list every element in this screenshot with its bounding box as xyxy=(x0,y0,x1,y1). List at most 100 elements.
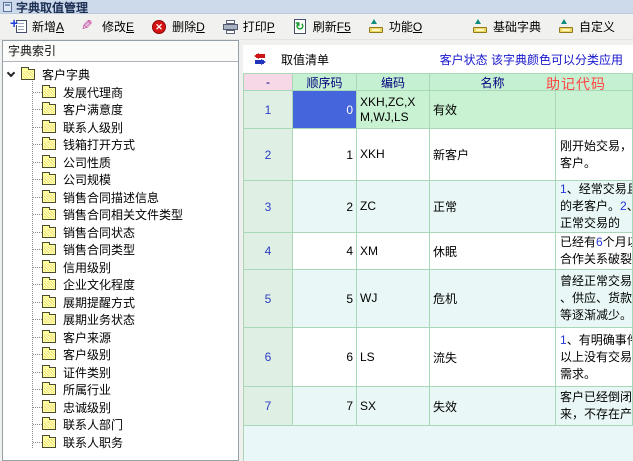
name-cell[interactable]: 危机 xyxy=(430,270,556,328)
seq-code-cell[interactable]: 0 xyxy=(293,91,357,129)
code-cell[interactable]: SX xyxy=(357,387,430,426)
mnemonic-cell[interactable]: 1、有明确事件以上没有交易需求。 xyxy=(556,328,633,387)
row-number-cell[interactable]: 5 xyxy=(244,270,293,328)
mnemonic-cell[interactable]: 曾经正常交易、供应、货款等等逐渐减少。 xyxy=(556,270,633,328)
folder-icon xyxy=(42,402,56,413)
tree-item[interactable]: 联系人部门 xyxy=(3,416,238,434)
mnemonic-cell[interactable]: 刚开始交易，对客户。 xyxy=(556,129,633,181)
window-titlebar: 字典取值管理 xyxy=(0,0,633,14)
button-label: 删除D xyxy=(172,18,205,35)
name-cell[interactable]: 失效 xyxy=(430,387,556,426)
print-icon xyxy=(222,19,239,35)
tree-item[interactable]: 客户满意度 xyxy=(3,101,238,119)
seq-code-cell[interactable]: 5 xyxy=(293,270,357,328)
grid-empty-area xyxy=(244,426,633,461)
caption-bar: 取值清单 客户状态 该字典颜色可以分类应用 xyxy=(243,45,633,73)
tree-item[interactable]: 发展代理商 xyxy=(3,84,238,102)
folder-icon xyxy=(42,384,56,395)
row-number-cell[interactable]: 3 xyxy=(244,181,293,233)
modify-button[interactable]: ✎修改E xyxy=(76,16,139,37)
folder-icon xyxy=(42,87,56,98)
tree-branch-line xyxy=(33,302,42,303)
tree-item[interactable]: 信用级别 xyxy=(3,259,238,277)
tree-item[interactable]: 客户级别 xyxy=(3,346,238,364)
column-header-label: 编码 xyxy=(381,74,405,91)
seq-code-cell[interactable]: 1 xyxy=(293,129,357,181)
tree-item[interactable]: 公司规模 xyxy=(3,171,238,189)
custom-button[interactable]: 自定义 xyxy=(553,16,620,37)
base-dict-button[interactable]: 基础字典 xyxy=(467,16,546,37)
tree-item[interactable]: 公司性质 xyxy=(3,154,238,172)
row-number-cell[interactable]: 1 xyxy=(244,91,293,129)
button-label: 功能O xyxy=(389,18,422,35)
tree-item[interactable]: 客户来源 xyxy=(3,329,238,347)
code-cell[interactable]: XKH xyxy=(357,129,430,181)
name-cell[interactable]: 正常 xyxy=(430,181,556,233)
tree-branch-line xyxy=(33,337,42,338)
column-header-name: 名称 xyxy=(430,74,556,91)
column-header-label: 名称 xyxy=(480,74,504,91)
row-number-cell[interactable]: 6 xyxy=(244,328,293,387)
folder-icon xyxy=(42,297,56,308)
seq-code-cell[interactable]: 6 xyxy=(293,328,357,387)
table-row: 10XKH,ZC,XM,WJ,LS有效 xyxy=(244,91,633,129)
code-cell[interactable]: ZC xyxy=(357,181,430,233)
folder-icon xyxy=(42,437,56,448)
seq-code-cell[interactable]: 7 xyxy=(293,387,357,426)
table-row: 66LS流失1、有明确事件以上没有交易需求。 xyxy=(244,328,633,387)
value-list-panel: 取值清单 客户状态 该字典颜色可以分类应用 -顺序码编码名称助记代码 10XKH… xyxy=(243,45,633,461)
tree-item[interactable]: 所属行业 xyxy=(3,381,238,399)
folder-icon xyxy=(42,332,56,343)
print-button[interactable]: 打印P xyxy=(217,16,280,37)
row-number-cell[interactable]: 7 xyxy=(244,387,293,426)
folder-icon xyxy=(42,192,56,203)
tree-item[interactable]: 忠诚级别 xyxy=(3,399,238,417)
tree-item[interactable]: 销售合同类型 xyxy=(3,241,238,259)
refresh-button[interactable]: ↻刷新F5 xyxy=(287,16,356,37)
tree-item[interactable]: 销售合同状态 xyxy=(3,224,238,242)
name-cell[interactable]: 新客户 xyxy=(430,129,556,181)
expand-chevron-icon[interactable] xyxy=(7,69,15,77)
tray-icon xyxy=(558,19,575,35)
code-cell[interactable]: XKH,ZC,XM,WJ,LS xyxy=(357,91,430,129)
code-cell[interactable]: LS xyxy=(357,328,430,387)
mnemonic-cell[interactable]: 已经有6个月以合作关系破裂 xyxy=(556,233,633,270)
mnemonic-cell[interactable] xyxy=(556,91,633,129)
seq-code-cell[interactable]: 2 xyxy=(293,181,357,233)
tree-item-label: 证件类别 xyxy=(63,364,111,381)
function-button[interactable]: 功能O xyxy=(363,16,427,37)
tree-item[interactable]: 销售合同相关文件类型 xyxy=(3,206,238,224)
tree-item[interactable]: 展期提醒方式 xyxy=(3,294,238,312)
code-cell[interactable]: WJ xyxy=(357,270,430,328)
tree-item[interactable]: 联系人级别 xyxy=(3,119,238,137)
table-row: 77SX失效客户已经倒闭或来，不存在产品 xyxy=(244,387,633,426)
seq-code-cell[interactable]: 4 xyxy=(293,233,357,270)
tree-item-root[interactable]: 客户字典 xyxy=(3,66,238,84)
name-cell[interactable]: 流失 xyxy=(430,328,556,387)
tree-item[interactable]: 销售合同描述信息 xyxy=(3,189,238,207)
add-button[interactable]: +新增A xyxy=(6,16,69,37)
tree-item-label: 公司性质 xyxy=(63,154,111,171)
tree-item[interactable]: 企业文化程度 xyxy=(3,276,238,294)
row-number-cell[interactable]: 2 xyxy=(244,129,293,181)
column-header-code: 编码 xyxy=(357,74,430,91)
code-cell[interactable]: XM xyxy=(357,233,430,270)
tree-branch-line xyxy=(33,92,42,93)
mnemonic-cell[interactable]: 1、经常交易且的老客户。2、正常交易的 xyxy=(556,181,633,233)
tree-item[interactable]: 展期业务状态 xyxy=(3,311,238,329)
grid-header-row: -顺序码编码名称助记代码 xyxy=(244,74,633,91)
tree-item-label: 联系人级别 xyxy=(63,119,123,136)
name-cell[interactable]: 有效 xyxy=(430,91,556,129)
tree-item-label: 联系人职务 xyxy=(63,434,123,451)
tree-branch-line xyxy=(33,214,42,215)
delete-button[interactable]: ✕删除D xyxy=(146,16,210,37)
folder-icon xyxy=(42,227,56,238)
tree-item[interactable]: 证件类别 xyxy=(3,364,238,382)
tree-item[interactable]: 钱箱打开方式 xyxy=(3,136,238,154)
name-cell[interactable]: 休眠 xyxy=(430,233,556,270)
mnemonic-cell[interactable]: 客户已经倒闭或来，不存在产品 xyxy=(556,387,633,426)
row-number-cell[interactable]: 4 xyxy=(244,233,293,270)
folder-icon xyxy=(21,69,35,80)
tree-item-label: 客户满意度 xyxy=(63,101,123,118)
tree-item[interactable]: 联系人职务 xyxy=(3,434,238,452)
